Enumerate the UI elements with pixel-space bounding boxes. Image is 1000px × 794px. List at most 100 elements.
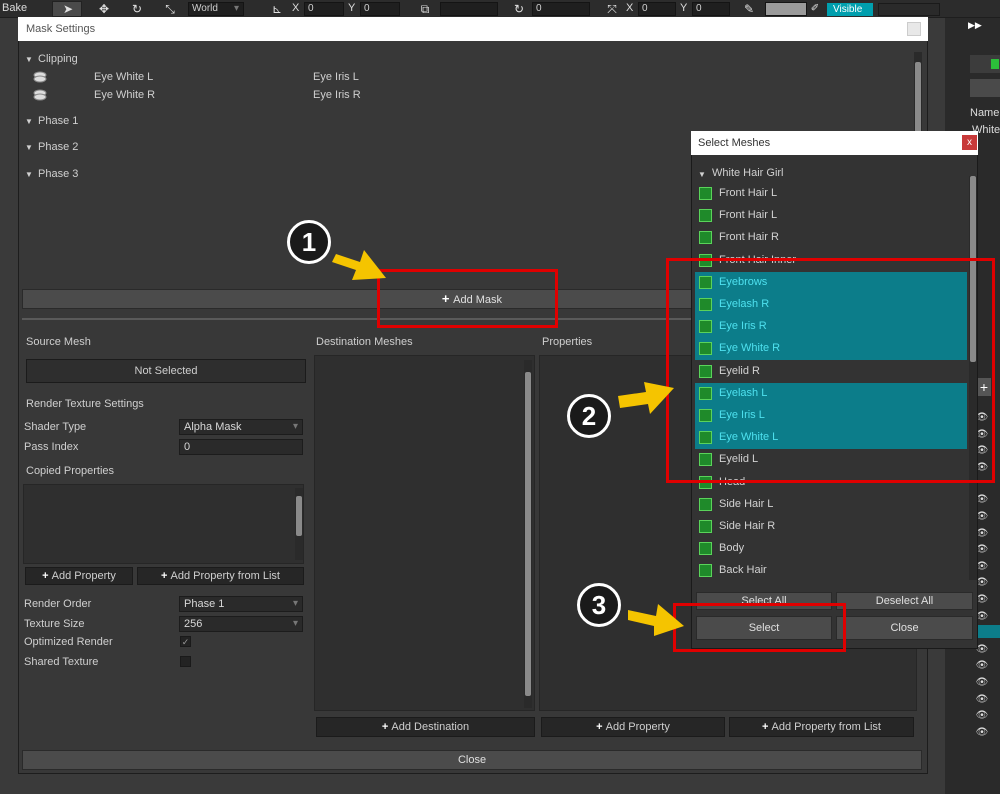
eye-icon[interactable]: 👁	[975, 695, 989, 705]
select-tool-button[interactable]: ➤	[52, 1, 82, 17]
source-mesh-selector[interactable]: Not Selected	[26, 359, 306, 383]
phase-expand-icon[interactable]: ▼	[25, 170, 33, 179]
destination-scrollbar[interactable]	[524, 360, 532, 708]
rotate-tool-icon[interactable]: ↻	[128, 1, 146, 17]
shader-type-dropdown[interactable]: Alpha Mask	[179, 419, 303, 435]
mask-close-button[interactable]: Close	[22, 750, 922, 770]
render-order-dropdown[interactable]: Phase 1	[179, 596, 303, 612]
mesh-list-item[interactable]: Front Hair L	[695, 205, 967, 227]
phase-expand-icon[interactable]: ▼	[25, 117, 33, 126]
eyedropper-icon[interactable]: ✐	[806, 1, 824, 17]
highlight-mesh-selection	[666, 258, 995, 483]
optimized-render-checkbox[interactable]: ✓	[180, 636, 191, 647]
copied-properties-scrollbar[interactable]	[295, 488, 303, 560]
size-x-field[interactable]: 0	[638, 2, 676, 16]
eye-icon[interactable]: 👁	[975, 728, 989, 738]
scroll-thumb[interactable]	[296, 496, 302, 536]
mesh-icon	[699, 498, 712, 511]
space-dropdown[interactable]: World	[188, 2, 244, 16]
phase-header: Phase 3	[38, 168, 79, 180]
highlight-add-mask	[377, 269, 558, 328]
scale-tool-icon[interactable]: ⤡	[161, 1, 179, 17]
add-property-button[interactable]: + Add Property	[25, 567, 133, 585]
rotation-icon: ↻	[513, 2, 525, 16]
panel-button[interactable]	[970, 79, 1000, 97]
color-swatch[interactable]	[765, 2, 807, 16]
clip-row-right[interactable]: Eye Iris R	[313, 89, 361, 101]
panel-expand-icon[interactable]: ▶▶	[968, 20, 1000, 36]
mesh-list-item[interactable]: Front Hair L	[695, 183, 967, 205]
mesh-list-item[interactable]: Side Hair R	[695, 516, 967, 538]
cursor-icon: ➤	[62, 2, 74, 16]
status-indicator	[991, 59, 999, 69]
mesh-icon	[699, 542, 712, 555]
select-meshes-title: Select Meshes	[691, 131, 978, 155]
copied-properties-list	[23, 484, 304, 564]
clip-row-left[interactable]: Eye White L	[94, 71, 153, 83]
plus-icon: +	[381, 721, 392, 733]
render-order-label: Render Order	[24, 598, 92, 610]
mesh-icon	[699, 564, 712, 577]
step-1-badge: 1	[287, 220, 331, 264]
step-2-arrow-icon	[618, 382, 674, 414]
x-label: X	[292, 2, 300, 14]
step-3-arrow-icon	[628, 604, 684, 636]
visibility-extra-field[interactable]	[878, 3, 940, 16]
panel-tab[interactable]	[970, 55, 1000, 73]
scroll-thumb[interactable]	[525, 372, 531, 696]
eye-icon[interactable]: 👁	[975, 711, 989, 721]
mask-settings-close-icon[interactable]	[907, 22, 921, 36]
name-label: Name	[970, 107, 1000, 119]
mesh-list-item[interactable]: Back Hair	[695, 560, 967, 582]
deselect-all-button[interactable]: Deselect All	[836, 592, 973, 610]
bake-menu[interactable]: Bake	[2, 2, 27, 14]
select-meshes-close-icon[interactable]: x	[962, 135, 977, 150]
plus-icon: +	[42, 570, 52, 582]
position-x-field[interactable]: 0	[304, 2, 344, 16]
add-property-from-list-label: Add Property from List	[170, 570, 280, 582]
phase-header: Phase 1	[38, 115, 79, 127]
y-label: Y	[348, 2, 356, 14]
add-property-2-button[interactable]: + Add Property	[541, 717, 725, 737]
root-node[interactable]: White Hair Girl	[712, 167, 784, 179]
optimized-render-label: Optimized Render	[24, 636, 113, 648]
add-property-label: Add Property	[51, 570, 116, 582]
rotation-field[interactable]: 0	[532, 2, 590, 16]
clipping-expand-icon[interactable]: ▼	[25, 55, 33, 64]
mesh-label: Front Hair R	[719, 231, 779, 243]
visible-toggle[interactable]: Visible	[827, 3, 873, 16]
eye-icon[interactable]: 👁	[975, 661, 989, 671]
source-mesh-label: Source Mesh	[26, 336, 91, 348]
mesh-icon	[699, 231, 712, 244]
phase-header: Phase 2	[38, 141, 79, 153]
clip-row-left[interactable]: Eye White R	[94, 89, 155, 101]
add-destination-button[interactable]: + Add Destination	[316, 717, 535, 737]
size-y-field[interactable]: 0	[692, 2, 730, 16]
render-texture-settings-label: Render Texture Settings	[26, 398, 144, 410]
add-property-from-list-button[interactable]: + Add Property from List	[137, 567, 304, 585]
move-tool-icon[interactable]: ✥	[95, 1, 113, 17]
phase-expand-icon[interactable]: ▼	[25, 143, 33, 152]
mesh-list-item[interactable]: Body	[695, 538, 967, 560]
mesh-icon	[699, 520, 712, 533]
top-toolbar: Bake ➤ ✥ ↻ ⤡ World ⊾ X 0 Y 0 ⧉ ↻ 0 ⤧ X 0…	[0, 0, 1000, 18]
scale-icon: ⧉	[420, 2, 430, 16]
mesh-list-item[interactable]: Front Hair R	[695, 227, 967, 249]
close-button[interactable]: Close	[836, 616, 973, 640]
properties-label: Properties	[542, 336, 593, 348]
mesh-label: Front Hair L	[719, 187, 778, 199]
shared-texture-checkbox[interactable]	[180, 656, 191, 667]
clip-row-right[interactable]: Eye Iris L	[313, 71, 359, 83]
texture-size-dropdown[interactable]: 256	[179, 616, 303, 632]
eye-icon[interactable]: 👁	[975, 678, 989, 688]
add-property-from-list-2-button[interactable]: + Add Property from List	[729, 717, 914, 737]
clipping-mesh-icon	[33, 89, 47, 101]
pass-index-field[interactable]: 0	[179, 439, 303, 455]
root-expand-icon[interactable]: ▼	[698, 170, 706, 179]
brush-icon[interactable]: ✎	[740, 1, 758, 17]
scale-field[interactable]	[440, 2, 498, 16]
texture-size-value: 256	[184, 618, 203, 630]
mesh-list-item[interactable]: Side Hair L	[695, 494, 967, 516]
position-y-field[interactable]: 0	[360, 2, 400, 16]
mesh-label: Side Hair L	[719, 498, 774, 510]
